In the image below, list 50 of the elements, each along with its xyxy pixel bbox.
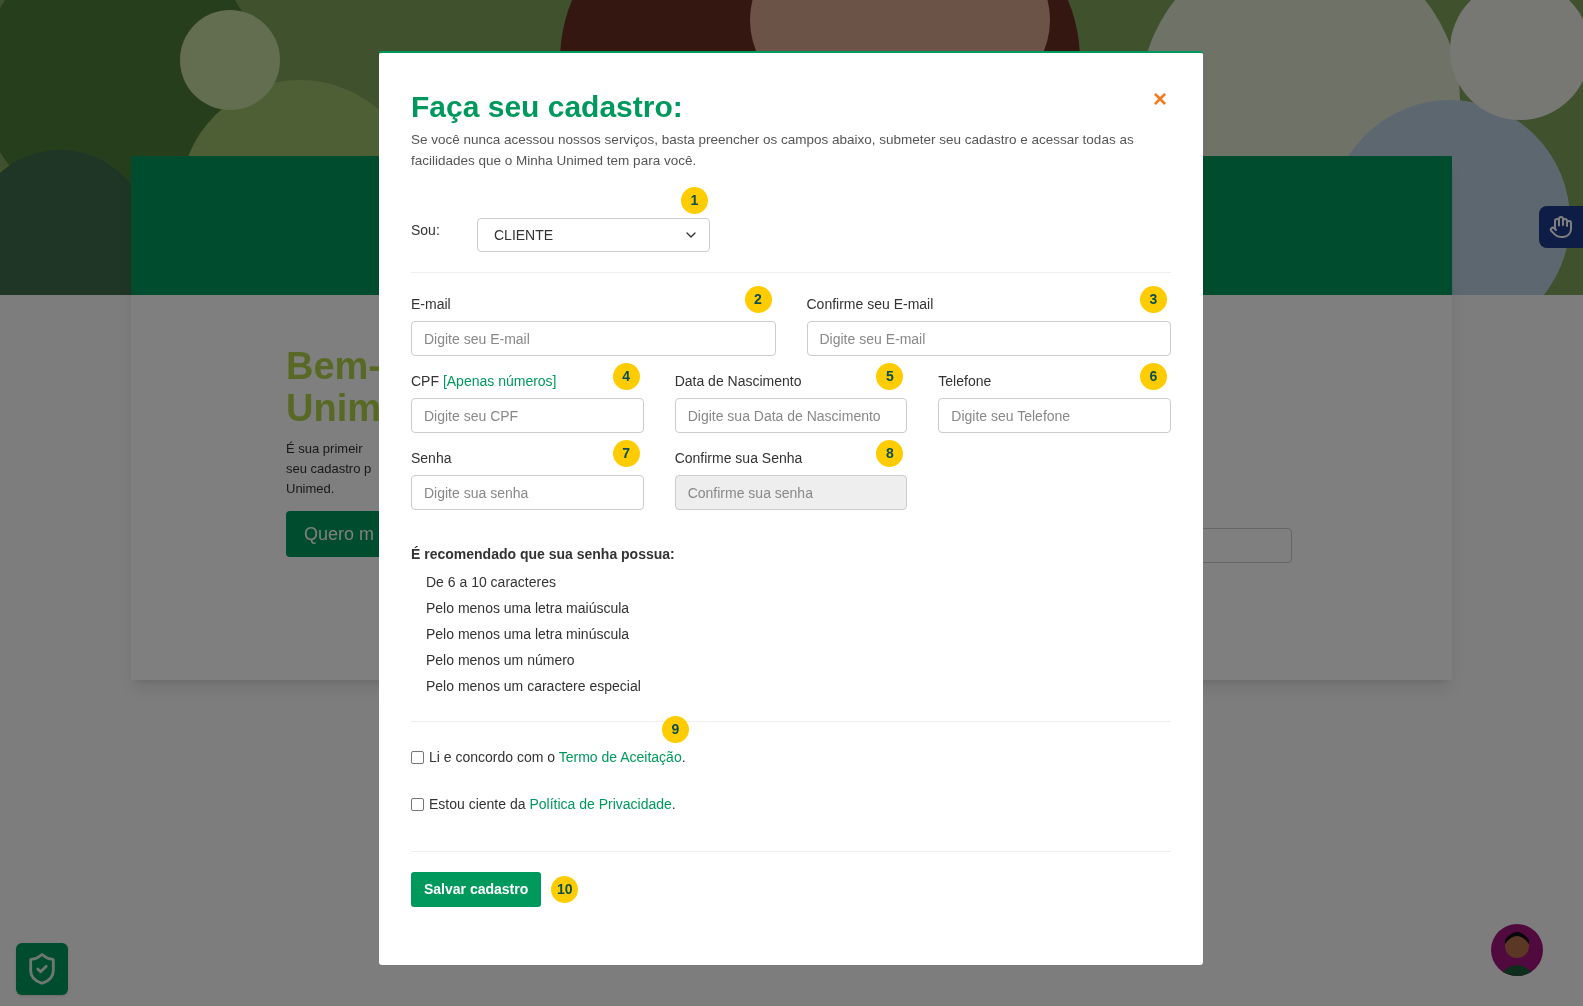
password-tip: Pelo menos um número	[426, 651, 576, 670]
welcome-heading: Bem-	[286, 345, 383, 387]
step-number-badge: 1	[681, 187, 708, 214]
dialog-title: Faça seu cadastro:	[411, 89, 683, 125]
text-field[interactable]: Digite sua Data de Nascimento	[674, 398, 908, 433]
agreement-text: Li e concordo com o Termo de Aceitação.	[429, 748, 686, 767]
checkbox[interactable]	[411, 798, 424, 811]
dialog-description: Se você nunca acessou nossos serviços, basta preencher os campos abaixo, submeter seu cadastro e acessar todas as facilidades que o Minha Unimed tem para você.	[411, 131, 1135, 170]
assistant-button[interactable]	[1491, 924, 1543, 976]
step-number-badge: 9	[662, 716, 689, 743]
agreement-link[interactable]: Termo de Aceitação	[558, 749, 682, 765]
text-field[interactable]: Digite seu E-mail	[806, 321, 1171, 356]
hand-icon	[1549, 215, 1573, 239]
checkbox[interactable]	[411, 751, 424, 764]
agreement-link[interactable]: Política de Privacidade	[529, 796, 672, 812]
welcome-text: Unimed.	[286, 480, 336, 498]
text-field[interactable]: Digite seu CPF	[411, 398, 644, 433]
close-button[interactable]: ×	[1153, 87, 1167, 111]
field-label: Confirme seu E-mail	[806, 295, 934, 314]
field-label: Data de Nascimento	[674, 372, 802, 391]
field-label: E-mail	[411, 295, 451, 314]
text-field[interactable]: Digite sua senha	[411, 475, 644, 510]
field-label: Telefone	[938, 372, 992, 391]
field-label: Sou:	[411, 221, 441, 240]
step-number-badge: 8	[876, 440, 904, 467]
agreement-text: Estou ciente da Política de Privacidade.	[429, 795, 676, 814]
save-button[interactable]: Salvar cadastro	[411, 872, 542, 907]
password-tip: Pelo menos uma letra minúscula	[426, 625, 631, 644]
password-tip: Pelo menos um caractere especial	[426, 677, 642, 696]
sign-language-button[interactable]	[1539, 206, 1583, 248]
welcome-text: É sua primeir	[286, 440, 364, 458]
step-number-badge: 5	[876, 363, 904, 390]
password-tips-title: É recomendado que sua senha possua:	[411, 545, 676, 564]
security-button[interactable]	[16, 943, 68, 995]
step-number-badge: 3	[1140, 286, 1167, 313]
step-number-badge: 4	[612, 363, 640, 390]
step-number-badge: 2	[744, 286, 772, 313]
step-number-badge: 6	[1140, 363, 1167, 390]
role-select[interactable]: CLIENTE	[477, 218, 710, 252]
welcome-heading: Unim	[286, 387, 382, 429]
text-field[interactable]: Digite seu Telefone	[938, 398, 1171, 433]
field-label: CPF [Apenas números]	[411, 372, 557, 391]
step-number-badge: 7	[612, 440, 640, 467]
password-tip: De 6 a 10 caracteres	[426, 573, 557, 592]
step-number-badge: 10	[551, 876, 579, 903]
field-label: Confirme sua Senha	[674, 449, 803, 468]
password-tip: Pelo menos uma letra maiúscula	[426, 599, 631, 618]
welcome-text: seu cadastro p	[286, 460, 373, 478]
field-label: Senha	[411, 449, 452, 468]
text-field[interactable]: Digite seu E-mail	[411, 321, 776, 356]
